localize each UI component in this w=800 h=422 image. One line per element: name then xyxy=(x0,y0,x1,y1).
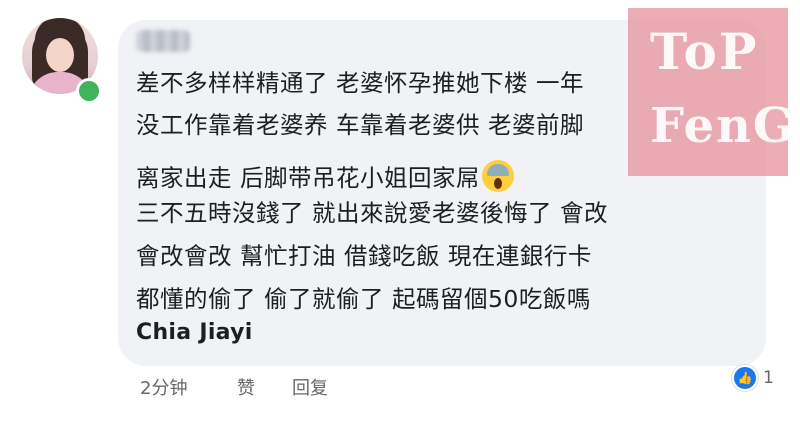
reaction-summary[interactable]: 👍 1 xyxy=(732,365,774,391)
comment-line-3-text: 离家出走 后脚带吊花小姐回家屌 xyxy=(136,164,480,192)
avatar-face xyxy=(46,38,74,72)
watermark-text-bottom: FenG xyxy=(650,98,796,154)
comment-line-3: 离家出走 后脚带吊花小姐回家屌 xyxy=(136,160,514,193)
watermark-text-top: ToP xyxy=(650,22,759,81)
comment-signature: Chia Jiayi xyxy=(136,320,253,345)
reply-link[interactable]: 回复 xyxy=(292,374,328,400)
face-screaming-in-fear-icon xyxy=(481,160,514,192)
comment-line-4: 三不五時沒錢了 就出來說愛老婆後悔了 會改 xyxy=(136,199,608,227)
reaction-count: 1 xyxy=(763,368,774,388)
comment-line-6: 都懂的偷了 偷了就偷了 起碼留個50吃飯嗎 xyxy=(136,285,591,313)
comment-line-2: 没工作靠着老婆养 车靠着老婆供 老婆前脚 xyxy=(136,111,584,139)
author-name-blurred[interactable] xyxy=(136,30,190,52)
comment-line-1: 差不多样样精通了 老婆怀孕推她下楼 一年 xyxy=(136,69,584,97)
like-link[interactable]: 赞 xyxy=(237,374,255,400)
online-status-icon xyxy=(76,78,102,104)
thumbs-up-icon: 👍 xyxy=(732,365,758,391)
comment-timestamp[interactable]: 2分钟 xyxy=(140,374,187,400)
comment-line-5: 會改會改 幫忙打油 借錢吃飯 現在連銀行卡 xyxy=(136,242,592,270)
